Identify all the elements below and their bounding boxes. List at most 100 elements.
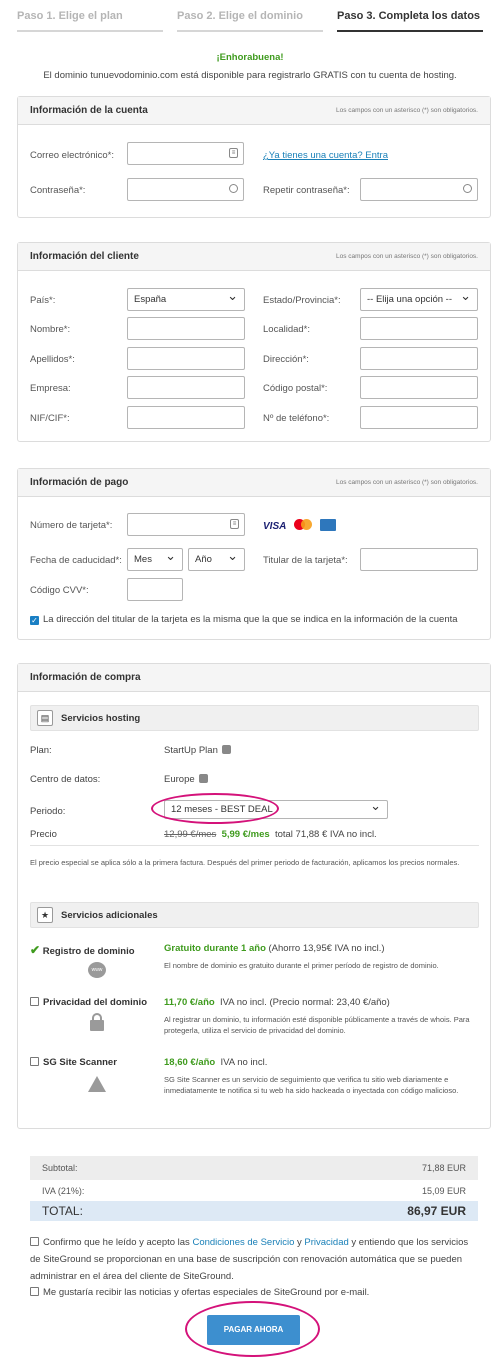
cvv-label: Código CVV*:	[30, 585, 89, 596]
card-number-field[interactable]: ≡	[127, 513, 245, 536]
total-value: 86,97 EUR	[407, 1204, 466, 1218]
lock-icon	[90, 1013, 104, 1031]
scanner-checkbox[interactable]	[30, 1057, 39, 1066]
highlight-oval	[151, 793, 279, 824]
total-label: TOTAL:	[42, 1204, 83, 1218]
terms-of-service-link[interactable]: Condiciones de Servicio	[192, 1237, 294, 1248]
www-icon: www	[88, 962, 106, 978]
email-field[interactable]: ≡	[127, 142, 244, 165]
surname-label: Apellidos*:	[30, 354, 75, 365]
old-price: 12,99 €/mes	[164, 829, 217, 840]
privacy-checkbox[interactable]	[30, 997, 39, 1006]
hosting-section-header: ▤ Servicios hosting	[30, 705, 479, 731]
domain-registration-note: (Ahorro 13,95€ IVA no incl.)	[268, 943, 385, 954]
expiry-label: Fecha de caducidad*:	[30, 555, 122, 566]
domain-registration-name: Registro de dominio	[42, 946, 135, 957]
city-field[interactable]	[360, 317, 478, 340]
plan-dropdown-icon[interactable]	[221, 745, 231, 754]
state-label: Estado/Provincia*:	[263, 295, 341, 306]
domain-registration-price-row: Gratuito durante 1 año (Ahorro 13,95€ IV…	[164, 943, 385, 954]
state-value: -- Elija una opción --	[367, 294, 453, 305]
step-1[interactable]: Paso 1. Elige el plan	[17, 10, 163, 32]
checkout-steps: Paso 1. Elige el plan Paso 2. Elige el d…	[17, 10, 483, 32]
extras-title: Servicios adicionales	[61, 909, 158, 921]
repeat-password-label: Repetir contraseña*:	[263, 185, 350, 196]
iva-value: 15,09 EUR	[421, 1186, 466, 1196]
privacy-note: IVA no incl. (Precio normal: 23,40 €/año…	[219, 997, 390, 1008]
privacy-link[interactable]: Privacidad	[304, 1237, 348, 1248]
price-row: 12,99 €/mes 5,99 €/mes total 71,88 € IVA…	[164, 829, 377, 840]
surname-field[interactable]	[127, 347, 245, 370]
scanner-desc: SG Site Scanner es un servicio de seguim…	[164, 1075, 459, 1095]
terms-text-a: Confirmo que he leído y acepto las	[43, 1237, 193, 1248]
year-value: Año	[195, 554, 212, 565]
same-address-checkbox[interactable]: ✓	[30, 616, 39, 625]
name-field[interactable]	[127, 317, 245, 340]
zip-field[interactable]	[360, 376, 478, 399]
cvv-field[interactable]	[127, 578, 183, 601]
amex-icon	[320, 519, 336, 531]
iva-label: IVA (21%):	[42, 1186, 85, 1196]
zip-label: Código postal*:	[263, 383, 328, 394]
year-select[interactable]: Año	[188, 548, 245, 571]
privacy-desc: Al registrar un dominio, tu información …	[164, 1015, 470, 1035]
scanner-note: IVA no incl.	[220, 1057, 268, 1068]
server-icon: ▤	[37, 710, 53, 726]
terms-checkbox[interactable]	[30, 1237, 39, 1246]
price-note: El precio especial se aplica sólo a la p…	[30, 858, 460, 867]
price-label: Precio	[30, 829, 57, 840]
newsletter-checkbox[interactable]	[30, 1287, 39, 1296]
payment-panel: Información de pago Los campos con un ast…	[17, 468, 491, 640]
holder-field[interactable]	[360, 548, 478, 571]
period-label: Periodo:	[30, 806, 66, 817]
privacy-price-row: 11,70 €/año IVA no incl. (Precio normal:…	[164, 997, 390, 1008]
same-address-row: ✓ La dirección del titular de la tarjeta …	[30, 614, 458, 625]
scanner-name: SG Site Scanner	[43, 1057, 117, 1068]
datacenter-value: Europe	[164, 774, 195, 785]
datacenter-dropdown-icon[interactable]	[198, 774, 208, 783]
domain-available-message: El dominio tunuevodominio.com está dispo…	[43, 70, 457, 81]
client-title: Información del cliente	[30, 251, 139, 262]
mastercard-icon	[294, 519, 312, 531]
congrats-heading: ¡Enhorabuena!	[216, 52, 284, 63]
highlight-oval	[185, 1301, 320, 1357]
country-value: España	[134, 294, 167, 305]
country-select[interactable]: España	[127, 288, 245, 311]
client-panel: Información del cliente Los campos con un…	[17, 242, 491, 442]
same-address-label: La dirección del titular de la tarjeta e…	[43, 614, 458, 625]
plan-label: Plan:	[30, 745, 52, 756]
repeat-password-field[interactable]	[360, 178, 478, 201]
hosting-title: Servicios hosting	[61, 712, 141, 724]
card-label: Número de tarjeta*:	[30, 520, 113, 531]
month-select[interactable]: Mes	[127, 548, 183, 571]
login-link[interactable]: ¿Ya tienes una cuenta? Entra	[263, 150, 388, 161]
purchase-panel: Información de compra ▤ Servicios hosting…	[17, 663, 491, 1129]
domain-registration-row: ✔ Registro de dominio	[30, 943, 135, 957]
domain-registration-price: Gratuito durante 1 año	[164, 943, 266, 954]
step-2[interactable]: Paso 2. Elige el dominio	[177, 10, 323, 32]
plan-value: StartUp Plan	[164, 745, 218, 756]
name-label: Nombre*:	[30, 324, 71, 335]
password-field[interactable]	[127, 178, 244, 201]
holder-label: Titular de la tarjeta*:	[263, 555, 348, 566]
subtotal-value: 71,88 EUR	[421, 1163, 466, 1173]
subtotal-label: Subtotal:	[42, 1163, 78, 1173]
nif-field[interactable]	[127, 406, 245, 429]
scanner-price: 18,60 €/año	[164, 1057, 216, 1068]
total-row: TOTAL: 86,97 EUR	[30, 1201, 478, 1221]
datacenter-row: Europe	[164, 774, 208, 785]
address-field[interactable]	[360, 347, 478, 370]
phone-label: Nº de teléfono*:	[263, 413, 330, 424]
field-icon: ≡	[229, 148, 238, 158]
company-field[interactable]	[127, 376, 245, 399]
key-icon	[229, 184, 238, 193]
newsletter-label: Me gustaría recibir las noticias y ofert…	[43, 1287, 370, 1298]
terms-row: Confirmo que he leído y acepto las Condi…	[30, 1234, 480, 1285]
subtotal-row: Subtotal: 71,88 EUR	[30, 1156, 478, 1180]
required-note: Los campos con un asterisco (*) son obli…	[336, 253, 478, 260]
iva-row: IVA (21%): 15,09 EUR	[30, 1180, 478, 1202]
phone-field[interactable]	[360, 406, 478, 429]
state-select[interactable]: -- Elija una opción --	[360, 288, 478, 311]
step-3: Paso 3. Completa los datos	[337, 10, 483, 32]
terms-and: y	[294, 1237, 305, 1248]
